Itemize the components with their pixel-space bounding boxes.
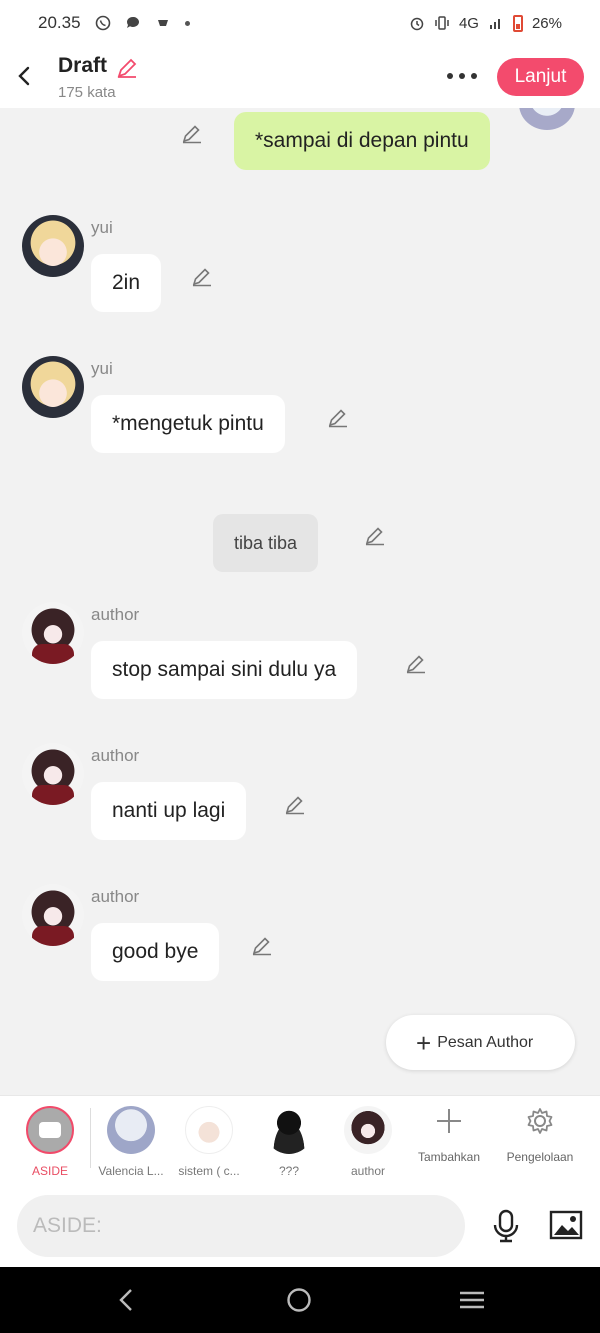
vibrate-icon xyxy=(435,16,449,30)
microphone-icon[interactable] xyxy=(492,1209,520,1243)
sender-name: yui xyxy=(91,359,113,378)
sender-name: author xyxy=(91,605,140,624)
plus-icon: + xyxy=(416,1027,432,1058)
add-character-button[interactable]: Tambahkan xyxy=(404,1106,494,1164)
page-title: Draft xyxy=(58,54,108,77)
avatar xyxy=(185,1106,233,1154)
avatar-author[interactable] xyxy=(22,884,84,946)
character-label: ??? xyxy=(278,1164,300,1178)
alarm-icon xyxy=(410,17,424,31)
character-label: Valencia L... xyxy=(98,1164,164,1178)
edit-title-icon[interactable] xyxy=(115,56,139,80)
character-unknown[interactable]: ??? xyxy=(249,1106,329,1178)
status-bar: 20.35 4G 26% xyxy=(0,0,600,46)
battery-level: 26% xyxy=(531,14,562,32)
edit-message-icon[interactable] xyxy=(251,934,273,956)
nav-back-icon[interactable] xyxy=(117,1287,135,1313)
more-notifications-dot xyxy=(184,20,190,26)
my-avatar xyxy=(519,108,575,130)
edit-message-icon[interactable] xyxy=(364,524,386,546)
aside-bubble[interactable]: tiba tiba xyxy=(213,514,319,572)
character-sistem[interactable]: sistem ( c... xyxy=(169,1106,249,1178)
character-author[interactable]: author xyxy=(328,1106,408,1178)
add-author-message-label: Pesan Author xyxy=(437,1033,534,1051)
character-valencia[interactable]: Valencia L... xyxy=(91,1106,171,1178)
edit-message-icon[interactable] xyxy=(327,406,349,428)
network-label: 4G xyxy=(458,14,479,32)
avatar-author[interactable] xyxy=(22,602,84,664)
sender-name: yui xyxy=(91,218,113,237)
back-arrow-icon[interactable] xyxy=(14,64,34,88)
app-header: Draft 175 kata Lanjut xyxy=(0,46,600,108)
message-bubble[interactable]: *mengetuk pintu xyxy=(91,395,285,453)
gear-icon xyxy=(527,1108,553,1134)
avatar-yui[interactable] xyxy=(22,215,84,277)
avatar-author[interactable] xyxy=(22,743,84,805)
avatar xyxy=(344,1106,392,1154)
manage-label: Pengelolaan xyxy=(506,1150,574,1164)
more-options-icon[interactable] xyxy=(447,66,479,86)
next-button[interactable]: Lanjut xyxy=(497,58,584,96)
image-icon[interactable] xyxy=(549,1210,583,1240)
nav-home-icon[interactable] xyxy=(286,1287,312,1313)
whatsapp-icon xyxy=(95,15,110,31)
manage-button[interactable]: Pengelolaan xyxy=(495,1106,585,1164)
game-icon xyxy=(157,20,168,26)
avatar-yui[interactable] xyxy=(22,356,84,418)
message-bubble[interactable]: stop sampai sini dulu ya xyxy=(91,641,358,699)
battery-icon xyxy=(512,14,523,32)
edit-message-icon[interactable] xyxy=(181,122,203,144)
nav-recents-icon[interactable] xyxy=(459,1287,485,1313)
chat-icon xyxy=(126,16,139,28)
add-character-label: Tambahkan xyxy=(417,1150,481,1164)
message-bubble[interactable]: nanti up lagi xyxy=(91,782,247,840)
edit-message-icon[interactable] xyxy=(405,652,427,674)
character-aside[interactable]: ASIDE xyxy=(10,1106,90,1178)
status-time: 20.35 xyxy=(38,13,81,32)
edit-message-icon[interactable] xyxy=(191,265,213,287)
character-label: sistem ( c... xyxy=(178,1164,240,1178)
system-nav-bar xyxy=(0,1267,600,1333)
message-bubble[interactable]: good bye xyxy=(91,923,220,981)
sender-name: author xyxy=(91,887,140,906)
word-count: 175 kata xyxy=(58,84,116,101)
chat-area[interactable]: *sampai di depan pintu yui 2in yui *meng… xyxy=(0,108,600,1095)
plus-icon xyxy=(437,1109,461,1133)
character-label: author xyxy=(350,1164,386,1178)
edit-message-icon[interactable] xyxy=(284,793,306,815)
message-bubble-me[interactable]: *sampai di depan pintu xyxy=(234,112,490,170)
message-input[interactable] xyxy=(17,1195,465,1257)
input-bar xyxy=(0,1187,600,1267)
aside-icon xyxy=(26,1106,74,1154)
avatar xyxy=(107,1106,155,1154)
signal-icon xyxy=(489,19,500,29)
message-bubble[interactable]: 2in xyxy=(91,254,162,312)
character-label: ASIDE xyxy=(31,1164,68,1178)
character-bar: ASIDE Valencia L... sistem ( c... ??? au… xyxy=(0,1095,600,1187)
add-author-message-button[interactable]: + Pesan Author xyxy=(386,1015,575,1070)
sender-name: author xyxy=(91,746,140,765)
avatar xyxy=(265,1106,313,1154)
